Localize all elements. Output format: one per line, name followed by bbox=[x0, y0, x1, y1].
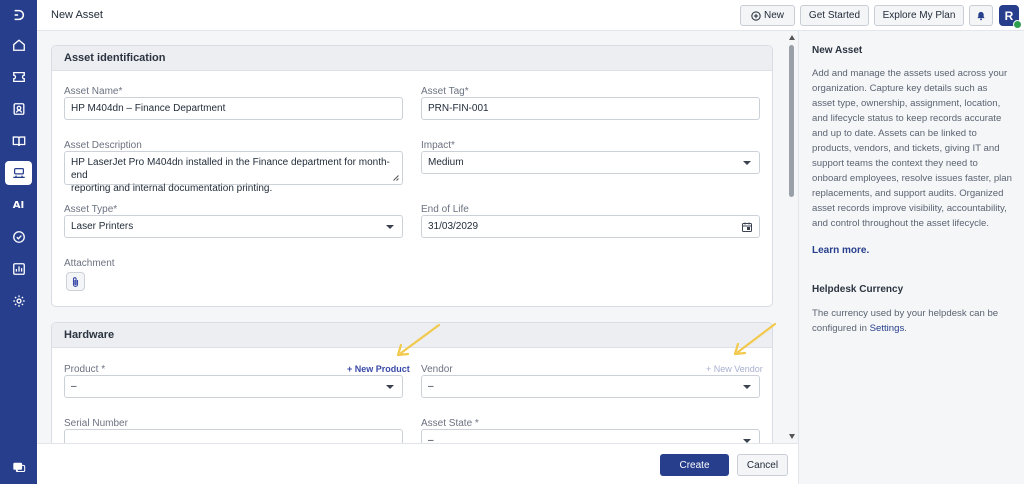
vendor-label: Vendor bbox=[421, 364, 453, 375]
chevron-down-icon bbox=[743, 161, 751, 165]
page-title: New Asset bbox=[51, 9, 103, 21]
plus-circle-icon bbox=[751, 10, 761, 21]
online-status-icon bbox=[1013, 20, 1022, 29]
vendor-select[interactable]: – bbox=[421, 375, 760, 398]
product-label: Product * bbox=[64, 364, 106, 375]
ai-icon[interactable]: AI bbox=[5, 193, 32, 217]
knowledge-base-icon[interactable] bbox=[5, 129, 32, 153]
get-started-button[interactable]: Get Started bbox=[800, 5, 869, 26]
settings-link[interactable]: Settings bbox=[870, 323, 905, 334]
explore-plan-button[interactable]: Explore My Plan bbox=[874, 5, 964, 26]
asset-type-label: Asset Type* bbox=[64, 204, 118, 215]
home-icon[interactable] bbox=[5, 33, 32, 57]
create-button[interactable]: Create bbox=[660, 454, 729, 476]
end-of-life-date-input[interactable]: 31/03/2029 bbox=[421, 215, 760, 238]
asset-description-label: Asset Description bbox=[64, 140, 142, 151]
chevron-down-icon bbox=[386, 225, 394, 229]
scroll-up-icon[interactable] bbox=[789, 35, 795, 40]
new-button[interactable]: New bbox=[740, 5, 795, 26]
asset-tag-input[interactable]: PRN-FIN-001 bbox=[421, 97, 760, 120]
annotation-arrow-icon bbox=[396, 323, 441, 357]
tickets-icon[interactable] bbox=[5, 65, 32, 89]
impact-label: Impact* bbox=[421, 140, 455, 151]
logo-icon[interactable] bbox=[5, 3, 32, 27]
asset-type-value: Laser Printers bbox=[71, 221, 134, 232]
paperclip-icon bbox=[72, 276, 79, 287]
chevron-down-icon bbox=[743, 385, 751, 389]
tasks-icon[interactable] bbox=[5, 225, 32, 249]
new-vendor-link[interactable]: + New Vendor bbox=[706, 364, 763, 374]
serial-number-label: Serial Number bbox=[64, 418, 128, 429]
user-avatar[interactable]: R bbox=[999, 5, 1022, 29]
asset-state-label: Asset State * bbox=[421, 418, 479, 429]
top-header: New Asset New Get Started Explore My Pla… bbox=[37, 0, 1024, 31]
asset-name-label: Asset Name* bbox=[64, 86, 123, 97]
description-line-1: HP LaserJet Pro M404dn installed in the … bbox=[71, 157, 390, 181]
calendar-icon[interactable] bbox=[741, 221, 753, 233]
attachment-label: Attachment bbox=[64, 258, 115, 269]
annotation-arrow-icon bbox=[733, 322, 777, 356]
reports-icon[interactable] bbox=[5, 257, 32, 281]
settings-icon[interactable] bbox=[5, 289, 32, 313]
product-value: – bbox=[71, 381, 77, 392]
serial-number-input[interactable] bbox=[64, 429, 403, 443]
notifications-button[interactable] bbox=[969, 5, 993, 26]
get-started-label: Get Started bbox=[808, 10, 861, 21]
vendor-value: – bbox=[428, 381, 434, 392]
learn-more-link[interactable]: Learn more. bbox=[812, 245, 1012, 256]
asset-state-select[interactable]: – bbox=[421, 429, 760, 443]
asset-state-value: – bbox=[428, 435, 434, 443]
new-product-link[interactable]: + New Product bbox=[347, 364, 410, 374]
attachment-button[interactable] bbox=[66, 272, 85, 291]
end-of-life-label: End of Life bbox=[421, 204, 469, 215]
resize-handle-icon[interactable] bbox=[392, 174, 399, 181]
asset-identification-section: Asset identification Asset Name* HP M404… bbox=[51, 45, 773, 307]
currency-title: Helpdesk Currency bbox=[812, 284, 904, 295]
description-line-2: reporting and internal documentation pri… bbox=[71, 183, 273, 194]
cancel-button[interactable]: Cancel bbox=[737, 454, 788, 476]
currency-text: The currency used by your helpdesk can b… bbox=[812, 308, 999, 334]
sidebar: AI bbox=[0, 0, 37, 484]
scroll-thumb[interactable] bbox=[789, 45, 794, 197]
impact-value: Medium bbox=[428, 157, 464, 168]
contacts-icon[interactable] bbox=[5, 97, 32, 121]
new-button-label: New bbox=[763, 10, 784, 21]
chevron-down-icon bbox=[386, 385, 394, 389]
asset-form: Asset identification Asset Name* HP M404… bbox=[37, 31, 798, 443]
chat-icon[interactable] bbox=[5, 456, 32, 480]
end-of-life-value: 31/03/2029 bbox=[428, 221, 479, 232]
impact-select[interactable]: Medium bbox=[421, 151, 760, 174]
help-description: Add and manage the assets used across yo… bbox=[812, 68, 1012, 229]
section-title: Asset identification bbox=[52, 46, 772, 71]
explore-plan-label: Explore My Plan bbox=[882, 10, 956, 21]
asset-description-textarea[interactable]: HP LaserJet Pro M404dn installed in the … bbox=[64, 151, 403, 194]
scroll-down-icon[interactable] bbox=[789, 434, 795, 439]
assets-icon[interactable] bbox=[5, 161, 32, 185]
help-title: New Asset bbox=[812, 45, 863, 56]
asset-tag-label: Asset Tag* bbox=[421, 86, 469, 97]
help-panel: New Asset Add and manage the assets used… bbox=[798, 31, 1024, 484]
product-select[interactable]: – bbox=[64, 375, 403, 398]
asset-name-input[interactable]: HP M404dn – Finance Department bbox=[64, 97, 403, 120]
bell-icon bbox=[977, 11, 985, 20]
asset-type-select[interactable]: Laser Printers bbox=[64, 215, 403, 238]
form-footer: Create Cancel bbox=[37, 443, 798, 484]
form-scrollbar[interactable] bbox=[787, 31, 797, 443]
